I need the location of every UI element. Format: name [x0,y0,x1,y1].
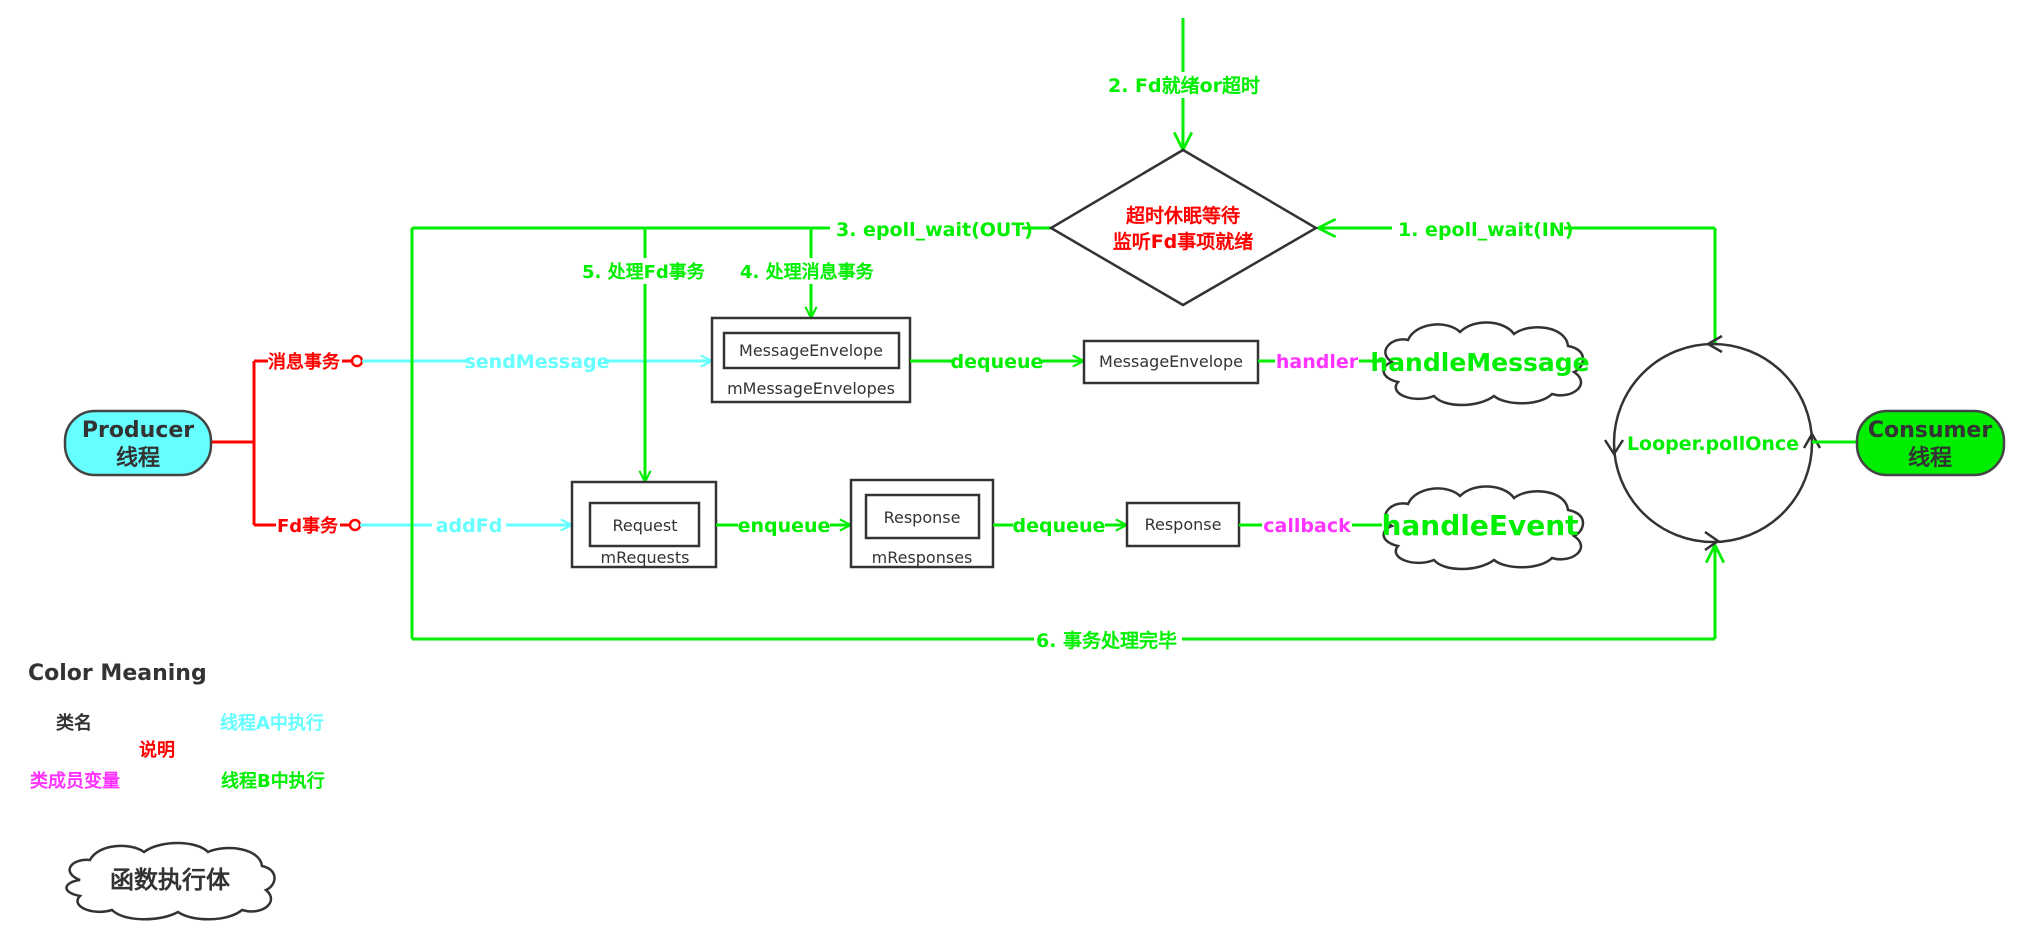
branch-fd-label: Fd事务 [277,515,339,537]
response-item: Response [884,508,961,527]
step1-label: 1. epoll_wait(IN) [1398,219,1573,241]
add-fd-label: addFd [436,515,503,537]
callback-label: callback [1263,515,1351,537]
m-requests-label: mRequests [601,548,690,567]
container-message-envelopes[interactable]: MessageEnvelope mMessageEnvelopes [710,316,912,404]
cloud-handle-event[interactable]: handleEvent [1381,485,1585,571]
message-envelope-node-label: MessageEnvelope [1099,352,1243,371]
branch-fd-port [348,518,362,532]
looper-cycle[interactable]: Looper.pollOnce [1603,334,1822,552]
producer-title: Producer [82,418,194,443]
m-responses-label: mResponses [872,548,973,567]
decision-line1: 超时休眠等待 [1125,204,1240,227]
decision-diamond[interactable]: 超时休眠等待 监听Fd事项就绪 [1048,148,1319,307]
response-node-label: Response [1145,515,1222,534]
producer-node[interactable]: Producer 线程 [63,409,213,477]
container-responses[interactable]: Response mResponses [849,478,995,569]
step6-label: 6. 事务处理完毕 [1036,629,1177,652]
m-message-envelopes-label: mMessageEnvelopes [727,379,895,398]
node-response[interactable]: Response [1125,501,1241,548]
dequeue-message-label: dequeue [951,351,1044,373]
branch-message-port [350,354,364,368]
decision-line2: 监听Fd事项就绪 [1113,230,1254,253]
consumer-title: Consumer [1868,418,1993,443]
request-item: Request [613,516,678,535]
looper-label: Looper.pollOnce [1627,433,1799,455]
handler-label: handler [1276,351,1359,373]
legend: Color Meaning 类名 线程A中执行 说明 类成员变量 线程B中执行 … [28,661,325,921]
handle-event-label: handleEvent [1381,509,1578,542]
dequeue-response-label: dequeue [1013,515,1106,537]
producer-branch-lines [211,359,276,527]
cloud-handle-message[interactable]: handleMessage [1370,321,1590,407]
legend-class-name: 类名 [56,712,92,734]
container-requests[interactable]: Request mRequests [570,480,718,569]
step2-label: 2. Fd就绪or超时 [1108,74,1260,97]
legend-title: Color Meaning [28,661,207,686]
legend-thread-a: 线程A中执行 [220,712,324,734]
legend-cloud: 函数执行体 [65,841,276,921]
producer-subtitle: 线程 [116,445,160,471]
handle-message-label: handleMessage [1370,348,1589,377]
consumer-subtitle: 线程 [1908,445,1952,471]
step3-label: 3. epoll_wait(OUT) [836,219,1033,241]
send-message-label: sendMessage [464,351,609,373]
branch-message-label: 消息事务 [268,351,341,373]
diagram-canvas: Producer 线程 消息事务 Fd事务 2. Fd就绪or超时 3. epo… [28,18,2006,921]
legend-note: 说明 [139,739,175,761]
legend-thread-b: 线程B中执行 [221,770,325,792]
step4-label: 4. 处理消息事务 [740,261,875,283]
legend-member: 类成员变量 [30,770,120,792]
enqueue-label: enqueue [738,515,831,537]
step5-label: 5. 处理Fd事务 [582,261,706,283]
message-envelope-item: MessageEnvelope [739,341,883,360]
legend-function-body: 函数执行体 [110,866,231,894]
consumer-node[interactable]: Consumer 线程 [1855,409,2006,477]
node-message-envelope[interactable]: MessageEnvelope [1082,339,1260,385]
